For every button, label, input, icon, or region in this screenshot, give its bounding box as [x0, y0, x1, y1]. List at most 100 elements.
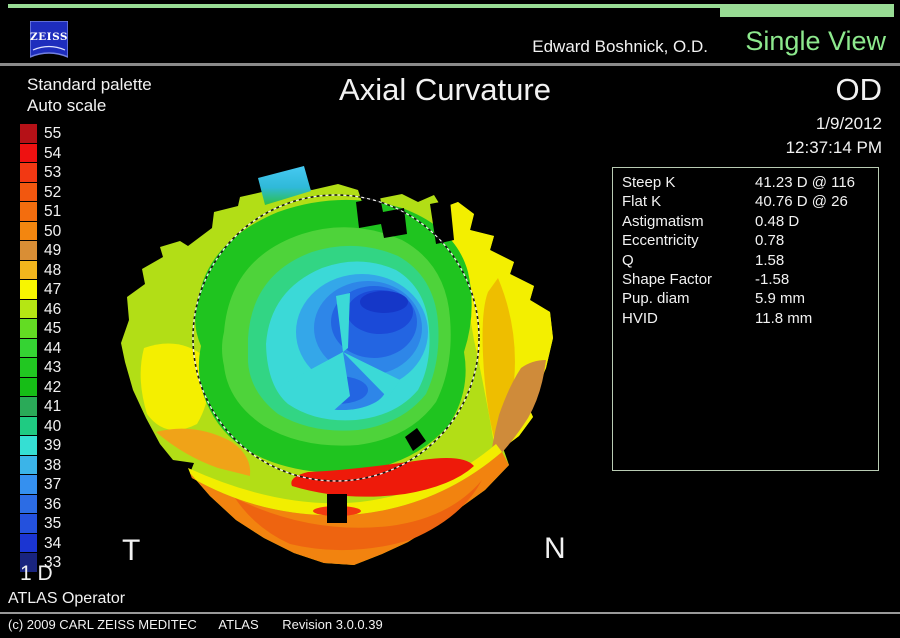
practice-name: Edward Boshnick, O.D.	[532, 37, 708, 57]
footer-separator	[0, 612, 900, 614]
color-scale-value: 43	[44, 358, 61, 377]
color-scale-row: 53	[20, 163, 61, 183]
measurement-value: 40.76 D @ 26	[755, 192, 848, 211]
top-accent-line	[8, 4, 720, 8]
measurement-row: Pup. diam 5.9 mm	[613, 289, 878, 308]
header-separator	[0, 63, 900, 66]
color-scale-swatch	[20, 417, 37, 436]
color-scale-row: 45	[20, 319, 61, 339]
color-scale-swatch	[20, 163, 37, 182]
color-scale-swatch	[20, 495, 37, 514]
color-scale-row: 55	[20, 124, 61, 144]
color-scale-value: 34	[44, 534, 61, 553]
color-scale-row: 42	[20, 378, 61, 398]
measurement-label: Shape Factor	[622, 270, 712, 289]
color-scale-swatch	[20, 358, 37, 377]
color-scale-value: 41	[44, 397, 61, 416]
color-scale-row: 34	[20, 534, 61, 554]
measurement-row: Steep K 41.23 D @ 116	[613, 173, 878, 192]
view-mode-label: Single View	[745, 26, 886, 57]
color-scale-value: 50	[44, 222, 61, 241]
measurement-value: -1.58	[755, 270, 789, 289]
color-scale-swatch	[20, 534, 37, 553]
color-scale-swatch	[20, 436, 37, 455]
color-scale-value: 39	[44, 436, 61, 455]
status-bar: (c) 2009 CARL ZEISS MEDITEC ATLAS Revisi…	[8, 617, 383, 632]
palette-mode-label: Standard palette	[27, 75, 152, 95]
color-scale-swatch	[20, 241, 37, 260]
color-scale-value: 48	[44, 261, 61, 280]
operator-label: ATLAS Operator	[8, 590, 125, 608]
color-scale-row: 43	[20, 358, 61, 378]
color-scale-swatch	[20, 280, 37, 299]
color-scale-swatch	[20, 378, 37, 397]
color-scale-row: 36	[20, 495, 61, 515]
measurement-value: 11.8 mm	[755, 309, 812, 328]
color-scale-swatch	[20, 514, 37, 533]
color-scale-row: 47	[20, 280, 61, 300]
color-scale-value: 46	[44, 300, 61, 319]
eye-label: OD	[836, 72, 883, 108]
measurement-label: Pup. diam	[622, 289, 690, 308]
color-scale-swatch	[20, 319, 37, 338]
color-scale-value: 54	[44, 144, 61, 163]
color-scale-value: 38	[44, 456, 61, 475]
atlas-report-screen: ZEISS Edward Boshnick, O.D. Single View …	[0, 0, 900, 638]
color-scale-row: 35	[20, 514, 61, 534]
color-scale-row: 38	[20, 456, 61, 476]
top-accent-bar	[720, 4, 894, 17]
color-scale-row: 52	[20, 183, 61, 203]
color-scale-value: 52	[44, 183, 61, 202]
measurement-label: Q	[622, 251, 634, 270]
measurement-label: Astigmatism	[622, 212, 704, 231]
color-scale-swatch	[20, 397, 37, 416]
measurement-value: 41.23 D @ 116	[755, 173, 855, 192]
color-scale-swatch	[20, 202, 37, 221]
measurement-row: Q 1.58	[613, 251, 878, 270]
revision-text: Revision 3.0.0.39	[282, 617, 382, 632]
exam-time: 12:37:14 PM	[786, 138, 882, 158]
measurement-value: 0.48 D	[755, 212, 799, 231]
color-scale-row: 48	[20, 261, 61, 281]
color-scale-row: 37	[20, 475, 61, 495]
page-title: Axial Curvature	[290, 72, 600, 108]
color-scale-swatch	[20, 339, 37, 358]
color-scale-row: 54	[20, 144, 61, 164]
color-scale-value: 53	[44, 163, 61, 182]
color-scale-swatch	[20, 475, 37, 494]
color-scale-row: 51	[20, 202, 61, 222]
measurement-row: Astigmatism 0.48 D	[613, 212, 878, 231]
scale-step-label: 1 D	[20, 562, 53, 586]
zeiss-logo-icon: ZEISS	[30, 21, 68, 61]
color-scale-row: 39	[20, 436, 61, 456]
color-scale-swatch	[20, 183, 37, 202]
scale-mode-label: Auto scale	[27, 96, 106, 116]
measurement-row: HVID 11.8 mm	[613, 309, 878, 328]
color-scale-value: 40	[44, 417, 61, 436]
color-scale-value: 42	[44, 378, 61, 397]
color-scale-swatch	[20, 456, 37, 475]
color-scale-row: 46	[20, 300, 61, 320]
color-scale-swatch	[20, 222, 37, 241]
color-scale-value: 37	[44, 475, 61, 494]
color-scale-value: 49	[44, 241, 61, 260]
exam-date: 1/9/2012	[816, 114, 882, 134]
product-name: ATLAS	[218, 617, 258, 632]
color-scale-swatch	[20, 300, 37, 319]
measurement-row: Shape Factor -1.58	[613, 270, 878, 289]
measurement-label: HVID	[622, 309, 658, 328]
color-scale-row: 44	[20, 339, 61, 359]
measurement-row: Eccentricity 0.78	[613, 231, 878, 250]
nasal-axis-label: N	[544, 532, 566, 566]
color-scale-value: 35	[44, 514, 61, 533]
color-scale-value: 55	[44, 124, 61, 143]
color-scale-value: 36	[44, 495, 61, 514]
color-scale-row: 49	[20, 241, 61, 261]
color-scale-value: 44	[44, 339, 61, 358]
color-scale-value: 47	[44, 280, 61, 299]
measurement-value: 5.9 mm	[755, 289, 805, 308]
temporal-axis-label: T	[122, 534, 140, 568]
color-scale-swatch	[20, 124, 37, 143]
color-scale-swatch	[20, 144, 37, 163]
measurement-value: 1.58	[755, 251, 784, 270]
